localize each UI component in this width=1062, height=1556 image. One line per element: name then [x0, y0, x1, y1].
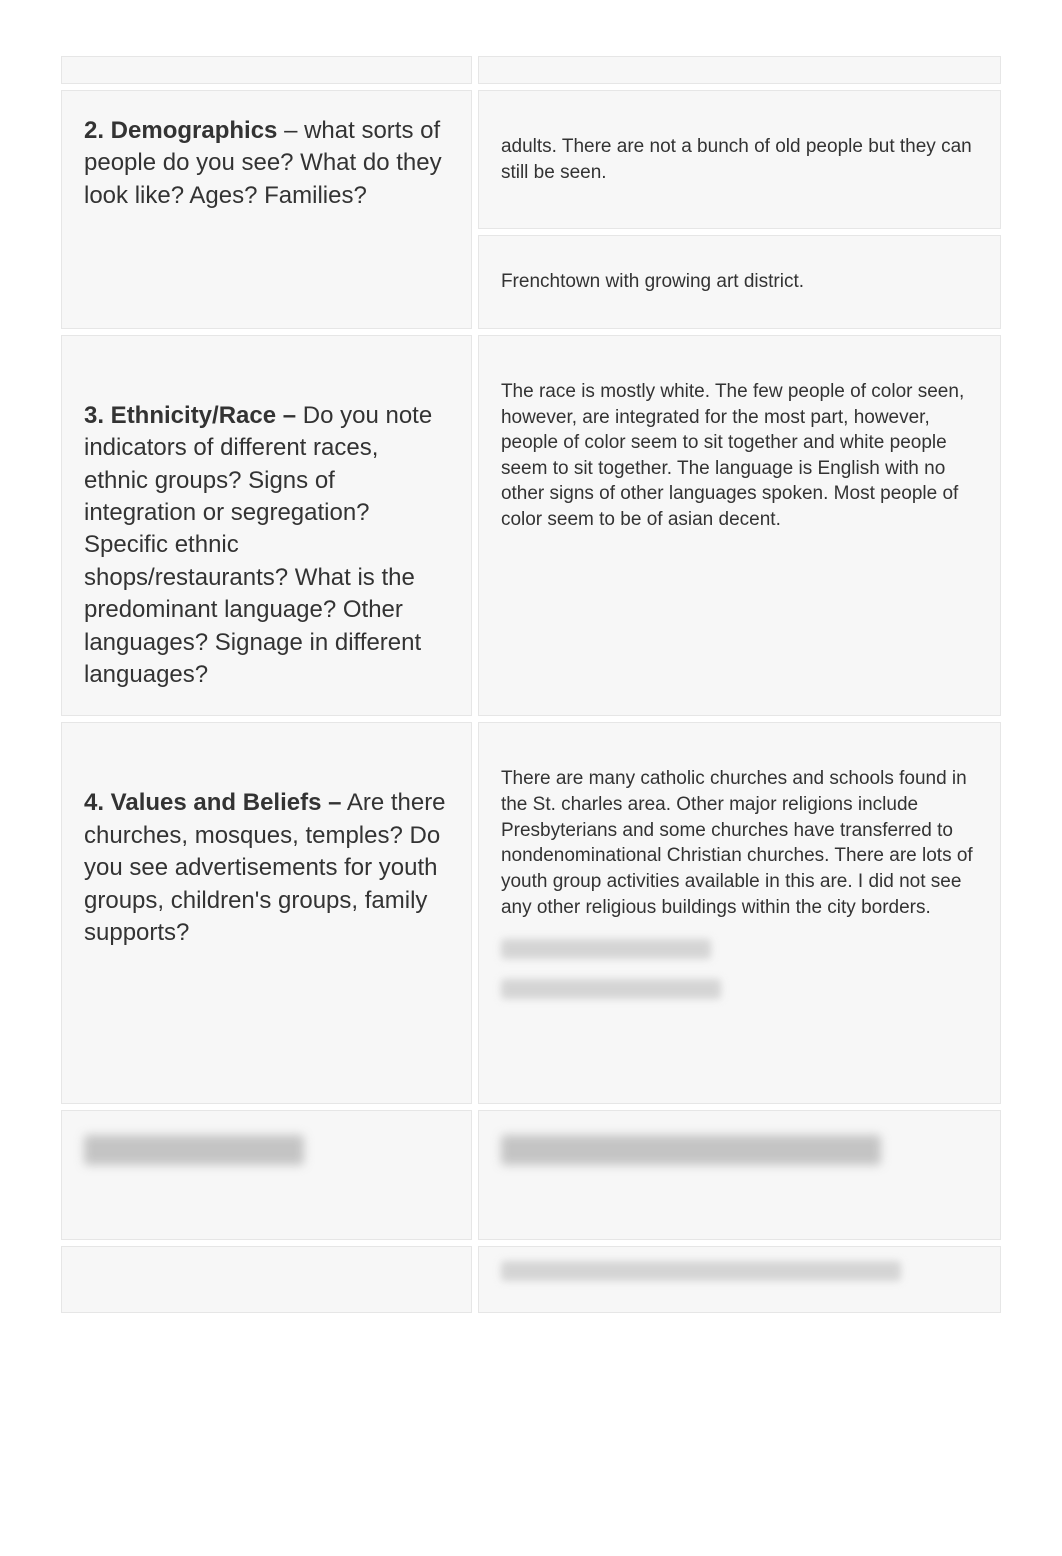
empty-cell: [61, 1246, 472, 1314]
blurred-heading-right: [478, 1110, 1001, 1240]
question-cell-ethnicity: 3. Ethnicity/Race – Do you note indicato…: [61, 335, 472, 717]
answer-cell-ethnicity: The race is mostly white. The few people…: [478, 335, 1001, 717]
question-cell-demographics: 2. Demographics – what sorts of people d…: [61, 90, 472, 329]
answer-cell-demographics-2: Frenchtown with growing art district.: [478, 235, 1001, 329]
answer-text: adults. There are not a bunch of old peo…: [501, 134, 978, 185]
question-cell-values: 4. Values and Beliefs – Are there church…: [61, 722, 472, 1103]
blurred-heading-left: [61, 1110, 472, 1240]
table-row: [61, 1246, 1001, 1314]
question-title: 3. Ethnicity/Race –: [84, 402, 296, 429]
table-row: 4. Values and Beliefs – Are there church…: [61, 722, 1001, 1103]
content-table: 2. Demographics – what sorts of people d…: [55, 50, 1007, 1319]
redacted-lines: [501, 939, 978, 1018]
question-title: 4. Values and Beliefs –: [84, 789, 341, 816]
blurred-line-cell: [478, 1246, 1001, 1314]
answer-cell-values: There are many catholic churches and sch…: [478, 722, 1001, 1103]
answer-cell-demographics-1: adults. There are not a bunch of old peo…: [478, 90, 1001, 229]
table-row: 3. Ethnicity/Race – Do you note indicato…: [61, 335, 1001, 717]
answer-text: Frenchtown with growing art district.: [501, 269, 978, 295]
document-page: 2. Demographics – what sorts of people d…: [0, 0, 1062, 1379]
answer-text: There are many catholic churches and sch…: [501, 766, 978, 920]
question-text: Do you note indicators of different race…: [84, 402, 432, 688]
question-title: 2. Demographics: [84, 117, 277, 144]
table-row: 2. Demographics – what sorts of people d…: [61, 90, 1001, 229]
answer-text: The race is mostly white. The few people…: [501, 379, 978, 533]
table-row: [61, 1110, 1001, 1240]
